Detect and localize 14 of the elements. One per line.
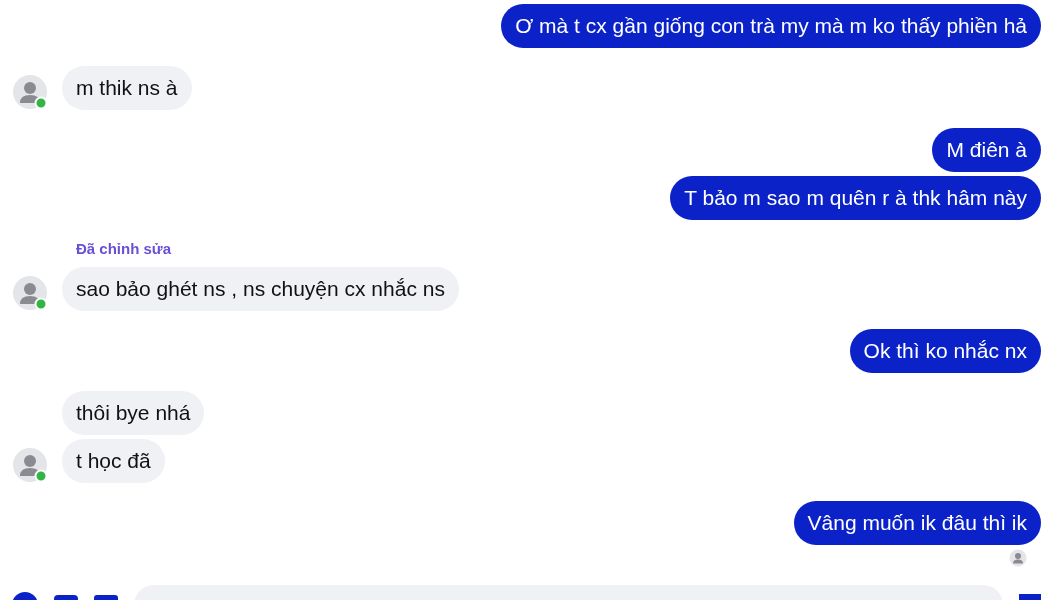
message-bubble: m thik ns à xyxy=(62,66,192,110)
message-bubble: thôi bye nhá xyxy=(62,390,205,435)
message-bubble: M điên à xyxy=(932,128,1041,172)
message-bubble: sao bảo ghét ns , ns chuyện cx nhắc ns xyxy=(62,266,459,311)
message-bubble: t học đã xyxy=(62,438,165,483)
message-bubble: Ok thì ko nhắc nx xyxy=(849,328,1041,373)
seen-avatar-icon xyxy=(1009,548,1027,567)
avatar-icon xyxy=(12,446,48,483)
message-bubble: Ơ mà t cx gần giống con trà my mà m ko thấy phiền hả xyxy=(501,4,1041,48)
edited-label: Đã chỉnh sửa xyxy=(76,239,172,259)
avatar-icon xyxy=(12,74,48,110)
avatar-icon xyxy=(12,274,48,311)
message-bubble: T bảo m sao m quên r à thk hâm này xyxy=(670,176,1041,220)
message-bubble: Vâng muốn ik đâu thì ik xyxy=(793,500,1041,545)
